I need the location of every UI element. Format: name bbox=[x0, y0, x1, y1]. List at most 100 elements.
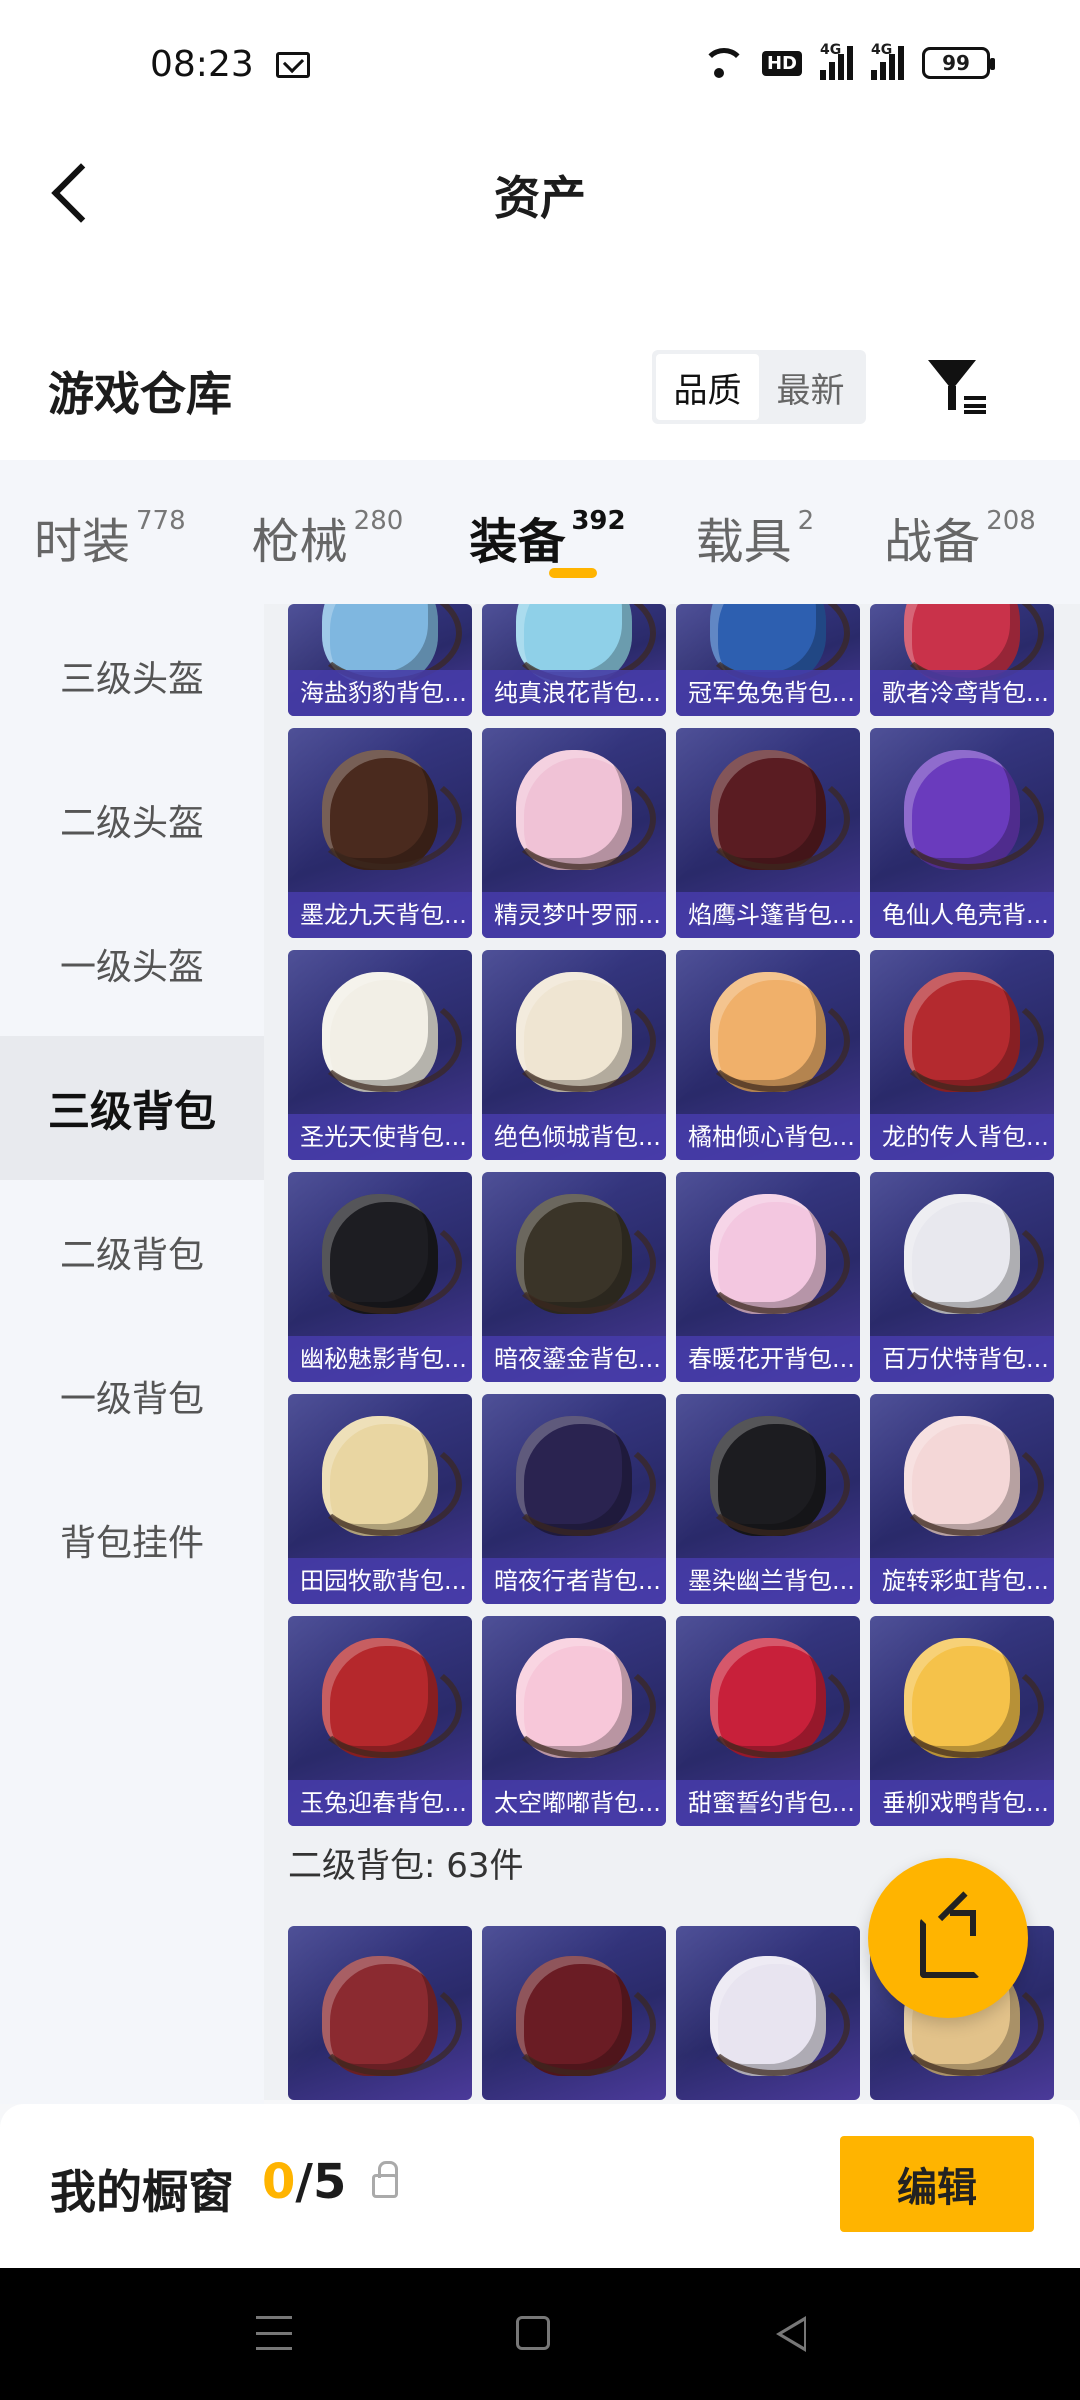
tab-label: 载具 bbox=[695, 514, 792, 570]
item-name: 旋转彩虹背包... bbox=[870, 1558, 1054, 1604]
sidebar-item-helmet-2[interactable]: 二级头盔 bbox=[0, 748, 264, 892]
item-name: 暗夜行者背包... bbox=[482, 1558, 666, 1604]
item-name: 纯真浪花背包... bbox=[482, 670, 666, 716]
item-card[interactable]: 幽秘魅影背包... bbox=[288, 1172, 472, 1382]
item-card[interactable]: 橘柚倾心背包... bbox=[676, 950, 860, 1160]
item-card[interactable]: 太空嘟嘟背包... bbox=[482, 1616, 666, 1826]
sidebar-item-backpack-charm[interactable]: 背包挂件 bbox=[0, 1468, 264, 1612]
sort-toggle: 品质 最新 bbox=[652, 350, 866, 424]
backpack-image bbox=[310, 1638, 462, 1758]
item-name: 歌者泠鸢背包... bbox=[870, 670, 1054, 716]
item-name: 墨龙九天背包... bbox=[288, 892, 472, 938]
item-card[interactable]: 龙的传人背包... bbox=[870, 950, 1054, 1160]
sort-quality-button[interactable]: 品质 bbox=[656, 354, 759, 420]
item-card[interactable]: 田园牧歌背包... bbox=[288, 1394, 472, 1604]
category-tabs: 时装 778 枪械 280 装备 392 载具 2 战备 208 bbox=[0, 460, 1080, 604]
sidebar-item-helmet-1[interactable]: 一级头盔 bbox=[0, 892, 264, 1036]
item-card[interactable]: 旋转彩虹背包... bbox=[870, 1394, 1054, 1604]
system-nav-bar bbox=[0, 2268, 1080, 2400]
backpack-image bbox=[310, 1956, 462, 2076]
backpack-image bbox=[698, 1416, 850, 1536]
status-time: 08:23 bbox=[150, 44, 254, 85]
item-card[interactable]: 精灵梦叶罗丽... bbox=[482, 728, 666, 938]
item-card[interactable]: 甜蜜誓约背包... bbox=[676, 1616, 860, 1826]
item-card[interactable]: 圣光天使背包... bbox=[288, 950, 472, 1160]
backpack-image bbox=[892, 1194, 1044, 1314]
share-icon bbox=[920, 1910, 980, 1978]
backpack-image bbox=[698, 1956, 850, 2076]
item-name: 龟仙人龟壳背... bbox=[870, 892, 1054, 938]
item-card[interactable]: 墨染幽兰背包... bbox=[676, 1394, 860, 1604]
backpack-image bbox=[892, 750, 1044, 870]
tab-guns[interactable]: 枪械 280 bbox=[252, 460, 404, 604]
item-card[interactable]: 绝色倾城背包... bbox=[482, 950, 666, 1160]
item-name: 春暖花开背包... bbox=[676, 1336, 860, 1382]
backpack-image bbox=[892, 1638, 1044, 1758]
tab-label: 装备 bbox=[469, 514, 566, 570]
menu-icon[interactable] bbox=[256, 2316, 292, 2350]
item-card[interactable]: 玉兔迎春背包... bbox=[288, 1616, 472, 1826]
item-name: 海盐豹豹背包... bbox=[288, 670, 472, 716]
showcase-count: 0/5 bbox=[262, 2154, 346, 2210]
battery-icon: 99 bbox=[922, 47, 995, 79]
home-icon[interactable] bbox=[516, 2316, 550, 2350]
showcase-current: 0 bbox=[262, 2154, 296, 2210]
item-card[interactable]: 海盐豹豹背包... bbox=[288, 604, 472, 716]
tab-equipment[interactable]: 装备 392 bbox=[469, 460, 626, 604]
backpack-image bbox=[504, 1956, 656, 2076]
item-name: 冠军兔兔背包... bbox=[676, 670, 860, 716]
item-card[interactable]: 暗夜行者背包... bbox=[482, 1394, 666, 1604]
back-nav-icon[interactable] bbox=[776, 2316, 806, 2352]
tab-fashion[interactable]: 时装 778 bbox=[34, 460, 186, 604]
showcase-title: 我的橱窗 bbox=[50, 2165, 234, 2219]
item-card[interactable] bbox=[676, 1926, 860, 2100]
tab-count: 2 bbox=[797, 506, 815, 536]
tab-supplies[interactable]: 战备 208 bbox=[884, 460, 1036, 604]
item-card[interactable]: 暗夜鎏金背包... bbox=[482, 1172, 666, 1382]
section-label-backpack-2: 二级背包: 63件 bbox=[288, 1846, 524, 1886]
sidebar: 三级头盔 二级头盔 一级头盔 三级背包 二级背包 一级背包 背包挂件 bbox=[0, 604, 264, 2104]
tab-vehicles[interactable]: 载具 2 bbox=[696, 460, 815, 604]
signal-icon: 4G bbox=[871, 42, 904, 80]
signal-icon: 4G bbox=[820, 42, 853, 80]
item-card[interactable] bbox=[288, 1926, 472, 2100]
item-name: 幽秘魅影背包... bbox=[288, 1336, 472, 1382]
tab-count: 208 bbox=[986, 506, 1036, 536]
item-card[interactable]: 歌者泠鸢背包... bbox=[870, 604, 1054, 716]
item-card[interactable]: 纯真浪花背包... bbox=[482, 604, 666, 716]
signal-label: 4G bbox=[820, 42, 842, 58]
backpack-image bbox=[504, 1194, 656, 1314]
backpack-image bbox=[310, 1416, 462, 1536]
item-grid-top: 海盐豹豹背包... 纯真浪花背包... 冠军兔兔背包... 歌者泠鸢背包... bbox=[288, 604, 1064, 716]
item-name: 精灵梦叶罗丽... bbox=[482, 892, 666, 938]
sort-latest-button[interactable]: 最新 bbox=[759, 354, 862, 420]
edit-button[interactable]: 编辑 bbox=[840, 2136, 1034, 2232]
tab-count: 280 bbox=[353, 506, 404, 536]
item-card[interactable]: 垂柳戏鸭背包... bbox=[870, 1616, 1054, 1826]
item-name: 暗夜鎏金背包... bbox=[482, 1336, 666, 1382]
status-bar: 08:23 HD 4G 4G 99 bbox=[0, 0, 1080, 136]
item-card[interactable] bbox=[482, 1926, 666, 2100]
backpack-image bbox=[310, 972, 462, 1092]
sidebar-item-helmet-3[interactable]: 三级头盔 bbox=[0, 604, 264, 748]
share-button[interactable] bbox=[868, 1858, 1028, 2018]
sidebar-item-backpack-1[interactable]: 一级背包 bbox=[0, 1324, 264, 1468]
warehouse-header: 游戏仓库 品质 最新 bbox=[0, 246, 1080, 460]
signal-label: 4G bbox=[871, 42, 893, 58]
item-name: 田园牧歌背包... bbox=[288, 1558, 472, 1604]
item-card[interactable]: 百万伏特背包... bbox=[870, 1172, 1054, 1382]
tab-label: 枪械 bbox=[251, 514, 348, 570]
item-grid: 墨龙九天背包... 精灵梦叶罗丽... 焰鹰斗篷背包... 龟仙人龟壳背... … bbox=[288, 728, 1064, 1826]
backpack-image bbox=[504, 1416, 656, 1536]
tab-count: 392 bbox=[571, 506, 626, 536]
sidebar-item-backpack-2[interactable]: 二级背包 bbox=[0, 1180, 264, 1324]
backpack-image bbox=[892, 972, 1044, 1092]
backpack-image bbox=[698, 972, 850, 1092]
showcase-bar: 我的橱窗 0/5 编辑 bbox=[0, 2104, 1080, 2268]
item-card[interactable]: 龟仙人龟壳背... bbox=[870, 728, 1054, 938]
item-card[interactable]: 春暖花开背包... bbox=[676, 1172, 860, 1382]
item-card[interactable]: 墨龙九天背包... bbox=[288, 728, 472, 938]
item-card[interactable]: 冠军兔兔背包... bbox=[676, 604, 860, 716]
sidebar-item-backpack-3[interactable]: 三级背包 bbox=[0, 1036, 264, 1180]
item-card[interactable]: 焰鹰斗篷背包... bbox=[676, 728, 860, 938]
